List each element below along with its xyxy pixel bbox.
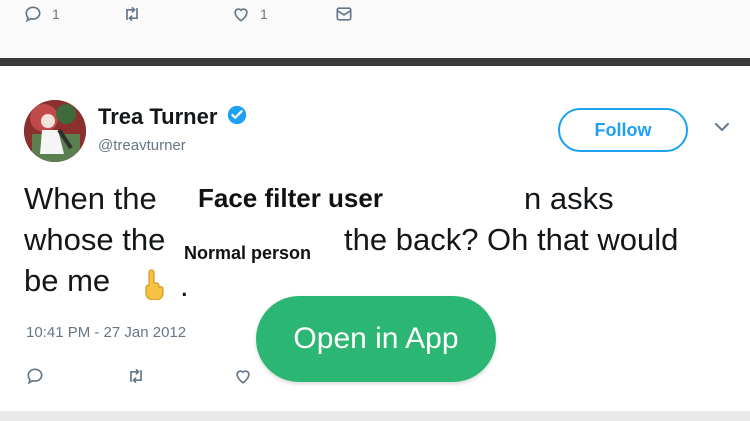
handle[interactable]: @treavturner xyxy=(98,137,186,154)
retweet-icon xyxy=(126,6,138,22)
reply-action[interactable]: 1 xyxy=(22,4,60,24)
retweet-icon xyxy=(130,368,142,384)
tweet-text-line-3: be me xyxy=(24,263,111,298)
reply-icon xyxy=(25,6,41,23)
tweet-text-line-2-start: whose the xyxy=(24,222,166,257)
tweet-text-line-3: be me xyxy=(24,260,734,301)
previous-tweet-actions: 1 1 xyxy=(0,0,750,60)
mail-icon xyxy=(336,7,352,21)
tweet-text-line-1-start: When the xyxy=(24,181,157,216)
bottom-divider xyxy=(0,411,750,421)
redaction-top xyxy=(431,188,517,218)
display-name[interactable]: Trea Turner xyxy=(98,104,217,130)
avatar[interactable] xyxy=(24,100,86,162)
pointing-up-emoji-icon xyxy=(140,268,170,305)
tweet-text-line-2-end: the back? Oh that would xyxy=(344,222,679,257)
retweet-action[interactable] xyxy=(120,4,144,24)
avatar-image xyxy=(24,100,86,162)
open-in-app-button[interactable]: Open in App xyxy=(256,296,496,382)
reply-count: 1 xyxy=(52,6,60,22)
tweet-timestamp[interactable]: 10:41 PM - 27 Jan 2012 xyxy=(26,324,186,341)
like-action[interactable]: 1 xyxy=(230,4,268,24)
tweet-like-action[interactable] xyxy=(232,366,254,386)
tweet-text-line-2: whose the the back? Oh that would xyxy=(24,219,734,260)
chevron-down-icon[interactable] xyxy=(714,120,730,138)
like-count: 1 xyxy=(260,6,268,22)
normal-person-label: Normal person xyxy=(182,243,314,264)
verified-icon xyxy=(226,104,248,131)
tweet-divider xyxy=(0,58,750,66)
message-action[interactable] xyxy=(332,4,356,24)
tweet-retweet-action[interactable] xyxy=(124,366,148,386)
tweet-reply-action[interactable] xyxy=(24,366,46,386)
tweet-text-line-1-end: n asks xyxy=(524,181,614,216)
reply-icon xyxy=(27,368,43,385)
heart-icon xyxy=(236,370,250,384)
heart-icon xyxy=(234,8,248,22)
follow-button[interactable]: Follow xyxy=(558,108,688,152)
face-filter-user-label: Face filter user xyxy=(194,183,387,214)
tweet-period: . xyxy=(180,268,189,303)
